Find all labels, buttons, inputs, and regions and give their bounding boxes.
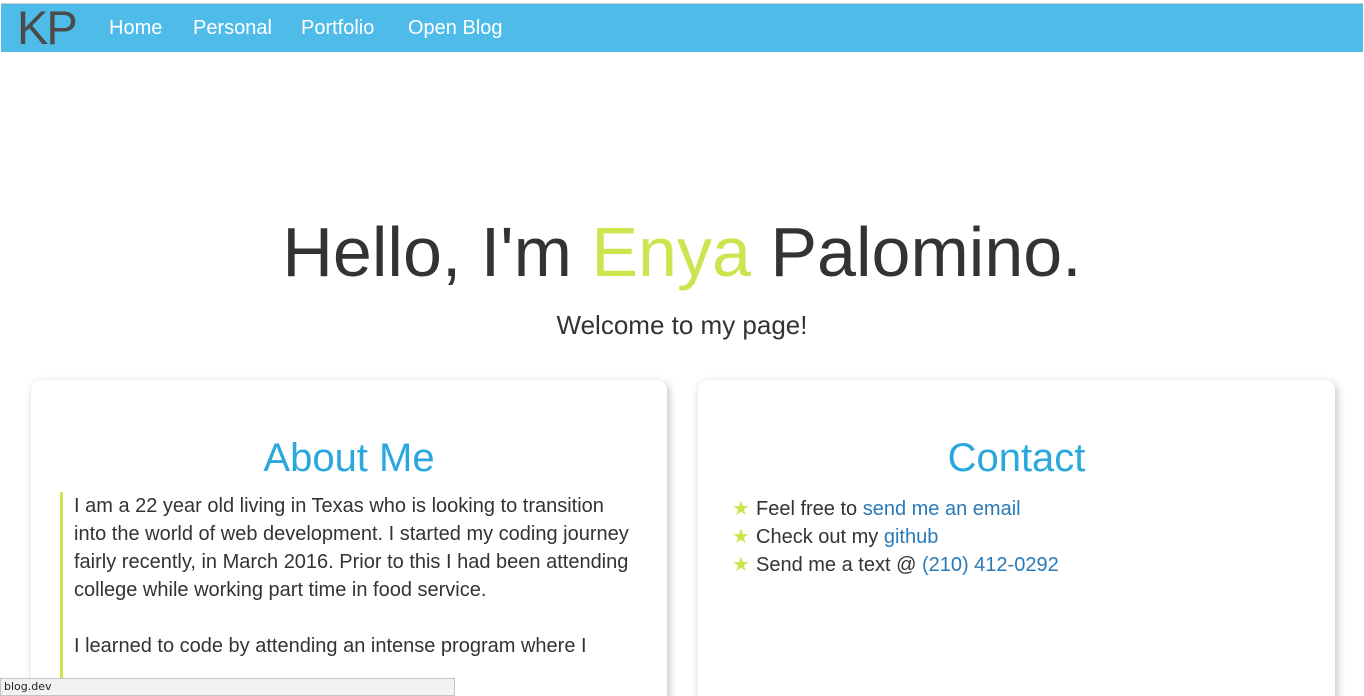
browser-status-bar: blog.dev bbox=[0, 678, 455, 696]
email-link[interactable]: send me an email bbox=[863, 498, 1021, 520]
nav-link-portfolio[interactable]: Portfolio bbox=[301, 16, 374, 40]
brand-logo[interactable]: KP bbox=[17, 2, 78, 54]
contact-item-email: ★ Feel free to send me an email bbox=[732, 495, 1059, 523]
contact-item-phone: ★ Send me a text @ (210) 412-0292 bbox=[732, 551, 1059, 579]
nav-link-personal[interactable]: Personal bbox=[193, 16, 272, 40]
contact-card: Contact ★ Feel free to send me an email ★… bbox=[698, 380, 1335, 696]
star-icon: ★ bbox=[732, 498, 750, 520]
contact-list: ★ Feel free to send me an email ★ Check ou… bbox=[732, 495, 1059, 579]
about-title: About Me bbox=[263, 436, 435, 480]
about-body: I am a 22 year old living in Texas who i… bbox=[60, 492, 636, 688]
contact-item-text: Check out my bbox=[756, 526, 884, 548]
contact-item-github: ★ Check out my github bbox=[732, 523, 1059, 551]
phone-link[interactable]: (210) 412-0292 bbox=[922, 554, 1059, 576]
hero-first-name: Enya bbox=[591, 213, 751, 291]
about-paragraph: I learned to code by attending an intens… bbox=[74, 635, 587, 657]
hero-subtitle: Welcome to my page! bbox=[556, 310, 808, 340]
hero-title: Hello, I'm Enya Palomino. bbox=[0, 210, 1364, 294]
hero-greeting: Hello, I'm bbox=[282, 213, 592, 291]
star-icon: ★ bbox=[732, 554, 750, 576]
contact-title: Contact bbox=[947, 436, 1086, 480]
about-card: About Me I am a 22 year old living in Te… bbox=[31, 380, 667, 696]
nav-link-home[interactable]: Home bbox=[109, 16, 162, 40]
star-icon: ★ bbox=[732, 526, 750, 548]
github-link[interactable]: github bbox=[884, 526, 939, 548]
about-paragraph: I am a 22 year old living in Texas who i… bbox=[74, 495, 629, 601]
contact-item-text: Send me a text @ bbox=[756, 554, 922, 576]
contact-item-text: Feel free to bbox=[756, 498, 863, 520]
top-navbar: KP Home Personal Portfolio Open Blog bbox=[1, 2, 1363, 54]
hero-last-name: Palomino. bbox=[750, 213, 1082, 291]
nav-link-open-blog[interactable]: Open Blog bbox=[408, 16, 503, 40]
